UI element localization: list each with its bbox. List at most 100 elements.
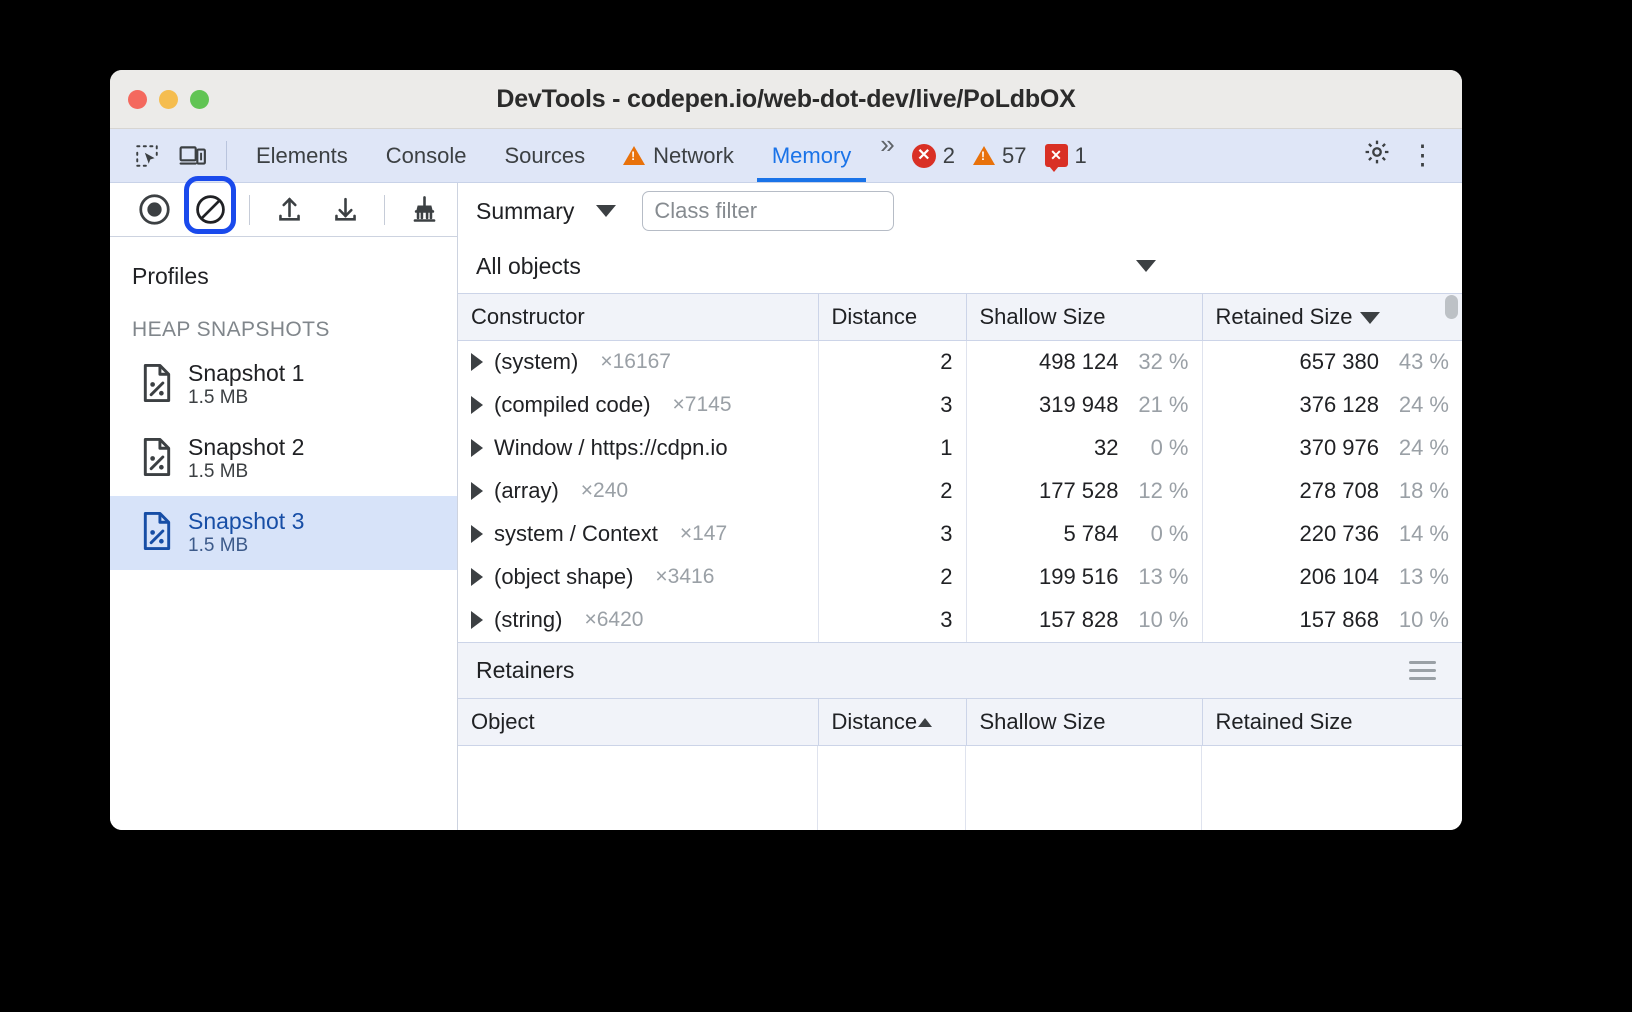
- cell-retained-size: 157 86810 %: [1202, 599, 1462, 642]
- warning-counter[interactable]: 57: [967, 143, 1032, 169]
- tab-bar-right-controls: ⋮: [1330, 129, 1462, 182]
- stop-recording-button[interactable]: [182, 188, 238, 232]
- cell-constructor: (compiled code)×7145: [458, 384, 818, 427]
- snapshot-size: 1.5 MB: [188, 461, 304, 482]
- cell-shallow-size: 5 7840 %: [966, 513, 1202, 556]
- tab-network[interactable]: Network: [604, 129, 753, 182]
- minimize-window-button[interactable]: [159, 90, 178, 109]
- instance-count: ×6420: [584, 608, 643, 632]
- expand-triangle-icon[interactable]: [471, 396, 483, 414]
- error-count: 2: [943, 143, 955, 169]
- class-filter-input[interactable]: [642, 191, 894, 231]
- column-header-constructor[interactable]: Constructor: [458, 294, 818, 341]
- table-row[interactable]: Window / https://cdpn.io1320 %370 97624 …: [458, 427, 1462, 470]
- expand-triangle-icon[interactable]: [471, 482, 483, 500]
- instance-count: ×7145: [673, 393, 732, 417]
- vertical-scrollbar-thumb[interactable]: [1445, 295, 1458, 319]
- violation-count: 1: [1075, 143, 1087, 169]
- tab-console[interactable]: Console: [367, 129, 486, 182]
- size-percent: 18 %: [1379, 478, 1449, 504]
- tab-label: Console: [386, 143, 467, 169]
- expand-triangle-icon[interactable]: [471, 568, 483, 586]
- table-row[interactable]: (system)×161672498 12432 %657 38043 %: [458, 341, 1462, 384]
- warning-count: 57: [1002, 143, 1026, 169]
- size-percent: 0 %: [1119, 521, 1189, 547]
- view-selector-label[interactable]: Summary: [476, 198, 574, 225]
- close-window-button[interactable]: [128, 90, 147, 109]
- warning-triangle-icon: [973, 146, 995, 165]
- snapshot-item-2[interactable]: Snapshot 2 1.5 MB: [110, 422, 457, 496]
- objects-filter-select[interactable]: All objects: [458, 239, 1462, 293]
- empty-col-distance: [818, 746, 966, 831]
- constructor-name: (array): [494, 478, 559, 504]
- column-label: Retained Size: [1216, 304, 1353, 329]
- toolbar-divider: [226, 141, 227, 170]
- snapshot-item-3[interactable]: Snapshot 3 1.5 MB: [110, 496, 457, 570]
- summary-toolbar: Summary: [458, 183, 1462, 239]
- error-icon: ✕: [912, 144, 936, 168]
- size-percent: 12 %: [1119, 478, 1189, 504]
- zoom-window-button[interactable]: [190, 90, 209, 109]
- hamburger-icon[interactable]: [1409, 661, 1436, 680]
- cell-distance: 3: [818, 513, 966, 556]
- violation-counter[interactable]: ✕ 1: [1039, 143, 1093, 169]
- more-tabs-icon[interactable]: »: [870, 129, 901, 182]
- error-counter[interactable]: ✕ 2: [906, 143, 961, 169]
- device-toolbar-icon[interactable]: [170, 129, 216, 182]
- sidebar-title: Profiles: [110, 237, 457, 290]
- column-header-shallow-size[interactable]: Shallow Size: [966, 294, 1202, 341]
- size-value: 32: [1094, 435, 1118, 460]
- chevron-down-icon[interactable]: [596, 205, 616, 217]
- snapshot-name: Snapshot 2: [188, 435, 304, 461]
- objects-filter-label: All objects: [476, 253, 581, 280]
- clear-all-profiles-button[interactable]: [396, 188, 452, 232]
- expand-triangle-icon[interactable]: [471, 353, 483, 371]
- table-row[interactable]: (object shape)×34162199 51613 %206 10413…: [458, 556, 1462, 599]
- expand-triangle-icon[interactable]: [471, 525, 483, 543]
- tab-elements[interactable]: Elements: [237, 129, 367, 182]
- column-header-shallow-size[interactable]: Shallow Size: [966, 698, 1202, 745]
- memory-sidebar: Profiles HEAP SNAPSHOTS Snapshot 1 1.5 M…: [110, 183, 458, 830]
- column-header-retained-size[interactable]: Retained Size: [1202, 698, 1462, 745]
- instance-count: ×3416: [655, 565, 714, 589]
- instance-count: ×240: [581, 479, 628, 503]
- constructor-name: (system): [494, 349, 578, 375]
- tab-label: Sources: [504, 143, 585, 169]
- traffic-lights: [110, 90, 209, 109]
- cell-constructor: (array) ×240: [458, 470, 818, 513]
- kebab-icon[interactable]: ⋮: [1403, 147, 1450, 163]
- record-heap-snapshot-button[interactable]: [126, 188, 182, 232]
- column-header-distance[interactable]: Distance: [818, 294, 966, 341]
- save-profile-button[interactable]: [317, 188, 373, 232]
- snapshot-file-icon: [140, 438, 174, 481]
- table-row[interactable]: (compiled code)×71453319 94821 %376 1282…: [458, 384, 1462, 427]
- gear-icon[interactable]: [1351, 138, 1403, 173]
- load-profile-button[interactable]: [261, 188, 317, 232]
- expand-triangle-icon[interactable]: [471, 611, 483, 629]
- column-header-distance[interactable]: Distance: [818, 698, 966, 745]
- retainers-header: Retainers: [458, 642, 1462, 698]
- sidebar-section-label: HEAP SNAPSHOTS: [110, 290, 457, 348]
- size-value: 157 868: [1299, 607, 1379, 632]
- snapshot-item-1[interactable]: Snapshot 1 1.5 MB: [110, 348, 457, 422]
- expand-triangle-icon[interactable]: [471, 439, 483, 457]
- table-row[interactable]: (string)×64203157 82810 %157 86810 %: [458, 599, 1462, 642]
- toolbar-divider: [249, 195, 250, 225]
- snapshot-size: 1.5 MB: [188, 535, 304, 556]
- inspect-icon[interactable]: [124, 129, 170, 182]
- table-row[interactable]: system / Context×14735 7840 %220 73614 %: [458, 513, 1462, 556]
- column-header-retained-size[interactable]: Retained Size: [1202, 294, 1462, 341]
- tab-memory[interactable]: Memory: [753, 129, 870, 182]
- cell-shallow-size: 319 94821 %: [966, 384, 1202, 427]
- size-percent: 13 %: [1119, 564, 1189, 590]
- size-value: 319 948: [1039, 392, 1119, 417]
- table-row[interactable]: (array)×2402177 52812 %278 70818 %: [458, 470, 1462, 513]
- size-percent: 21 %: [1119, 392, 1189, 418]
- size-value: 5 784: [1063, 521, 1118, 546]
- cell-constructor: system / Context×147: [458, 513, 818, 556]
- size-value: 157 828: [1039, 607, 1119, 632]
- column-header-object[interactable]: Object: [458, 698, 818, 745]
- tab-sources[interactable]: Sources: [485, 129, 604, 182]
- constructor-name: Window / https://cdpn.io: [494, 435, 728, 461]
- empty-col-retained: [1202, 746, 1462, 831]
